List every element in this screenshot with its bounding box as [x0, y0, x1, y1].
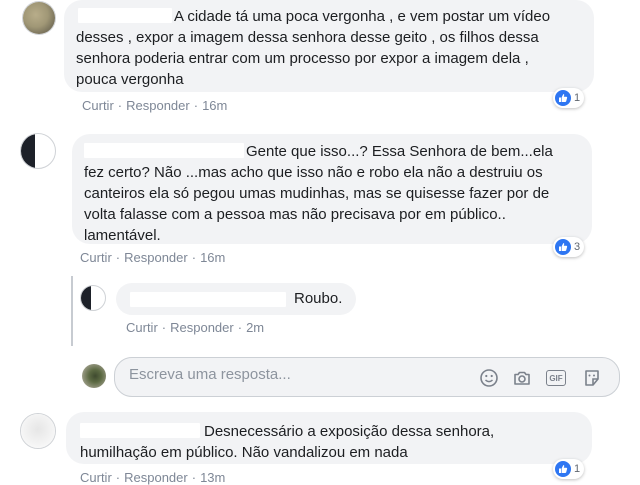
reaction-count-text: 1 [574, 463, 581, 475]
reaction-count-text: 1 [574, 92, 581, 104]
reaction-count[interactable]: 1 [553, 459, 585, 479]
comment-bubble: A cidade tá uma poca vergonha , e vem po… [64, 0, 594, 92]
comment-text-line: desses , expor a imagem dessa senhora de… [76, 29, 539, 46]
separator-dot: · [115, 250, 121, 265]
timestamp[interactable]: 13m [200, 470, 225, 485]
reply-input-placeholder: Escreva uma resposta... [129, 366, 291, 383]
comment-text-line: humilhação em público. Não vandalizou em… [80, 444, 408, 461]
reply-bubble: Roubo. [116, 283, 356, 315]
camera-icon[interactable] [511, 367, 533, 389]
comment-actions: Curtir · Responder · 16m [80, 250, 225, 265]
comment-text-line: fez certo? Não ...mas acho que isso não … [84, 164, 543, 181]
avatar[interactable] [80, 285, 106, 311]
comment-actions: Curtir · Responder · 16m [82, 98, 227, 113]
comment-actions: Curtir · Responder · 13m [80, 470, 225, 485]
like-link[interactable]: Curtir [82, 98, 114, 113]
separator-dot: · [161, 320, 167, 335]
reply-input[interactable]: Escreva uma resposta... GIF [114, 357, 620, 397]
like-icon [555, 239, 571, 255]
reply-link[interactable]: Responder [126, 98, 190, 113]
like-icon [555, 461, 571, 477]
reply-link[interactable]: Responder [124, 470, 188, 485]
like-link[interactable]: Curtir [126, 320, 158, 335]
redacted-author-name [84, 143, 244, 158]
comment-bubble: Desnecessário a exposição dessa senhora,… [66, 412, 592, 464]
redacted-author-name [130, 292, 286, 307]
like-link[interactable]: Curtir [80, 470, 112, 485]
separator-dot: · [237, 320, 243, 335]
separator-dot: · [117, 98, 123, 113]
comment-text-line: pouca vergonha [76, 71, 184, 88]
comment-text-line: volta falasse com a pessoa mas não preci… [84, 206, 506, 223]
reply-thread-line [71, 276, 73, 346]
like-icon [555, 90, 571, 106]
emoji-icon[interactable] [478, 367, 500, 389]
gif-icon-label: GIF [546, 370, 566, 386]
redacted-author-name [80, 423, 200, 438]
separator-dot: · [115, 470, 121, 485]
reaction-count[interactable]: 3 [553, 237, 585, 257]
timestamp[interactable]: 16m [202, 98, 227, 113]
like-link[interactable]: Curtir [80, 250, 112, 265]
separator-dot: · [191, 250, 197, 265]
current-user-avatar [82, 364, 106, 388]
reply-link[interactable]: Responder [170, 320, 234, 335]
comment-text-line: senhora poderia entrar com um processo p… [76, 50, 529, 67]
redacted-author-name [78, 8, 172, 23]
avatar[interactable] [22, 1, 56, 35]
reply-actions: Curtir · Responder · 2m [126, 320, 264, 335]
comment-text-line: canteiros ela só pegou umas mudinhas, ma… [84, 185, 550, 202]
gif-icon[interactable]: GIF [545, 367, 567, 389]
reply-link[interactable]: Responder [124, 250, 188, 265]
separator-dot: · [193, 98, 199, 113]
separator-dot: · [191, 470, 197, 485]
avatar[interactable] [20, 413, 56, 449]
timestamp[interactable]: 2m [246, 320, 264, 335]
avatar[interactable] [20, 133, 56, 169]
timestamp[interactable]: 16m [200, 250, 225, 265]
sticker-icon[interactable] [581, 367, 603, 389]
reaction-count-text: 3 [574, 241, 581, 253]
comment-bubble: Gente que isso...? Essa Senhora de bem..… [72, 134, 592, 244]
comment-text-line: lamentável. [84, 227, 161, 244]
reaction-count[interactable]: 1 [553, 88, 585, 108]
